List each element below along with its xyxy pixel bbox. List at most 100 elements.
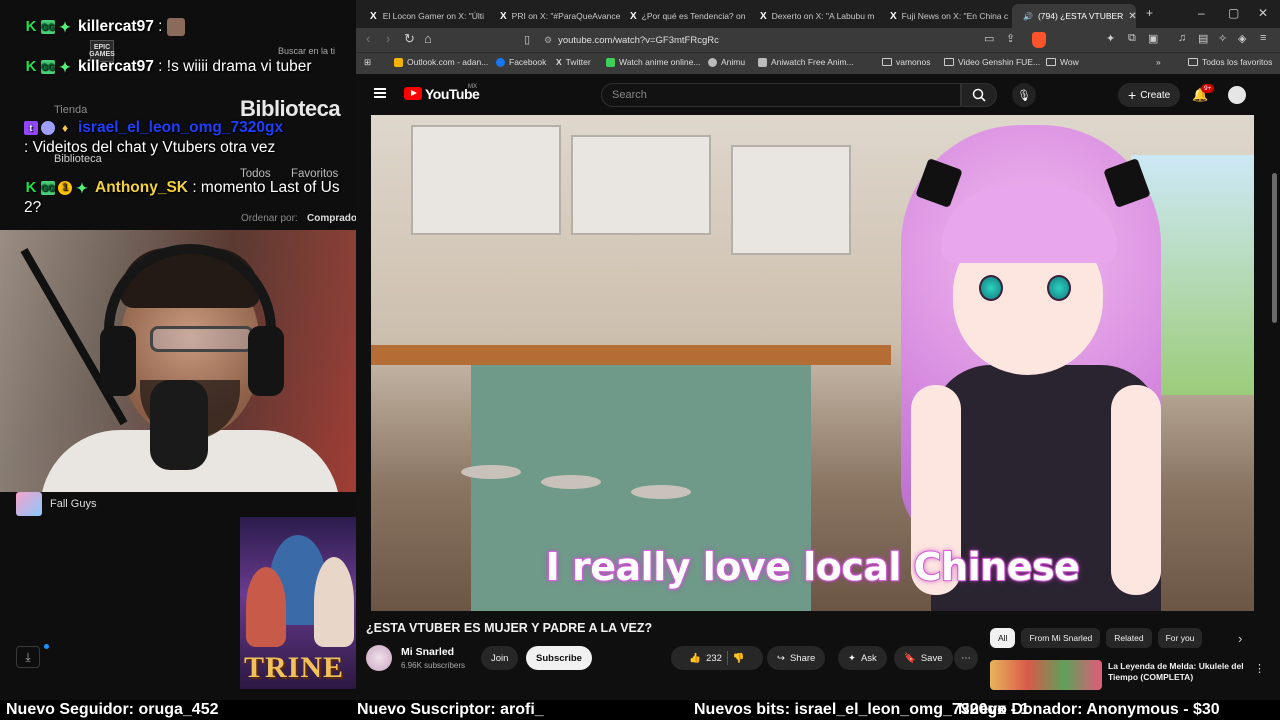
chip-related[interactable]: Related — [1106, 628, 1152, 648]
bookmark-twitter[interactable]: X Twitter — [556, 57, 591, 67]
vpn-icon[interactable]: ◈ — [1238, 32, 1246, 45]
now-playing-title: Fall Guys — [50, 498, 97, 510]
subscriber-badge-icon: GG — [41, 59, 56, 74]
chat-message: K GG 1 ✦ Anthony_SK : momento Last of Us 2? — [24, 178, 344, 218]
new-tab-button[interactable]: + — [1146, 6, 1153, 20]
bookmark-outlook[interactable]: Outlook.com - adan... — [394, 57, 488, 67]
maximize-icon[interactable]: ▢ — [1228, 6, 1239, 20]
video-player[interactable]: I really love local Chinese — [371, 115, 1254, 611]
close-tab-icon[interactable]: ✕ — [1128, 11, 1136, 22]
like-count[interactable]: 232 — [706, 653, 722, 664]
notification-dot — [44, 644, 49, 649]
search-button[interactable] — [961, 83, 997, 107]
chevron-right-icon[interactable]: › — [1238, 631, 1242, 646]
more-icon: ⋯ — [961, 652, 971, 664]
dislike-icon[interactable]: 👎 — [733, 653, 745, 664]
bookmark-animu[interactable]: Animu — [708, 57, 745, 67]
ticker-follower: Nuevo Seguidor: oruga_452 — [6, 701, 219, 718]
bookmark-anime[interactable]: Watch anime online... — [606, 57, 700, 67]
puzzle-extensions-icon[interactable]: ⧉ — [1128, 32, 1136, 45]
chat-message: K GG ✦ killercat97 : !s wiiii drama vi tube… — [24, 57, 344, 77]
sidebar-icon[interactable]: ▣ — [1148, 32, 1158, 45]
facebook-icon — [496, 57, 505, 67]
like-icon[interactable]: 👍 — [689, 653, 701, 664]
ask-button[interactable]: ✦ Ask — [838, 646, 887, 670]
chip-for-you[interactable]: For you — [1157, 628, 1203, 648]
chat-text: : Videitos del chat y Vtubers otra vez — [24, 139, 276, 156]
page-scrollbar[interactable] — [1272, 173, 1277, 323]
install-app-icon[interactable]: ▭ — [984, 32, 994, 45]
address-bar[interactable]: ⚙ youtube.com/watch?v=GF3mtFRcgRc — [544, 31, 1030, 50]
search-input[interactable]: Search — [601, 83, 961, 107]
bookmark-icon[interactable]: ▯ — [524, 33, 530, 46]
ticker-donation: Nuevo Donador: Anonymous - $30 — [958, 701, 1220, 718]
youtube-header: YouTube MX Search 🎙 + Create 🔔 9+ — [356, 75, 1280, 115]
more-actions-button[interactable]: ⋯ — [954, 646, 978, 670]
extension-icon[interactable]: ✦ — [1106, 32, 1115, 45]
leo-icon[interactable]: ✧ — [1218, 32, 1227, 45]
gold-badge-icon: 1 — [58, 180, 72, 195]
bookmark-folder-vamonos[interactable]: vamonos — [882, 57, 931, 67]
forward-icon[interactable]: › — [386, 31, 390, 46]
browser-tab[interactable]: X Fuji News on X: "En China c — [884, 4, 1010, 28]
bookmark-folder-genshin[interactable]: Video Genshin FUE... — [944, 57, 1040, 67]
tab-label: Dexerto on X: "A Labubu m — [771, 11, 875, 21]
share-icon: ↪ — [777, 652, 785, 664]
recommended-title[interactable]: La Leyenda de Melda: Ukulele del Tiempo … — [1108, 661, 1258, 683]
chat-username: israel_el_leon_omg_7320gx — [78, 119, 284, 136]
audio-icon: 🔊 — [1023, 11, 1033, 21]
channel-avatar[interactable] — [366, 645, 392, 671]
now-playing-game[interactable]: Fall Guys — [16, 492, 96, 516]
apps-icon[interactable]: ⊞ — [364, 57, 371, 68]
channel-row: Mi Snarled 6.96K subscribers Join Subscr… — [366, 643, 978, 673]
plus-icon: + — [1128, 87, 1137, 103]
launcher-store-link[interactable]: Tienda — [54, 104, 87, 116]
tab-label: ¿Por qué es Tendencia? on — [641, 11, 746, 21]
reload-icon[interactable]: ↻ — [404, 31, 415, 47]
kick-badge-icon: K — [25, 178, 37, 196]
browser-tab-active[interactable]: 🔊 (794) ¿ESTA VTUBER ✕ — [1012, 4, 1136, 28]
create-button[interactable]: + Create — [1118, 83, 1181, 107]
close-window-icon[interactable]: ✕ — [1258, 6, 1268, 20]
browser-tab[interactable]: X El Locon Gamer on X: "Últi — [364, 4, 490, 28]
save-button[interactable]: 🔖 Save — [894, 646, 953, 670]
bookmarks-overflow-icon[interactable]: » — [1156, 57, 1161, 67]
tab-label: PRI on X: "#ParaQueAvance — [511, 11, 620, 21]
back-icon[interactable]: ‹ — [366, 31, 370, 46]
join-button[interactable]: Join — [481, 646, 519, 670]
home-icon[interactable]: ⌂ — [424, 31, 432, 46]
youtube-logo-icon[interactable] — [404, 87, 422, 100]
bookmarks-bar: ⊞ Outlook.com - adan... Facebook X Twitte… — [356, 52, 1280, 74]
recommended-video[interactable]: La Leyenda de Melda: Ukulele del Tiempo … — [990, 660, 1280, 700]
fall-guys-thumbnail — [16, 492, 42, 516]
channel-name[interactable]: Mi Snarled — [401, 646, 454, 658]
music-icon[interactable]: ♫ — [1178, 32, 1186, 44]
bookmark-facebook[interactable]: Facebook — [496, 57, 546, 67]
voice-search-button[interactable]: 🎙 — [1012, 83, 1036, 107]
bookmark-aniwatch[interactable]: Aniwatch Free Anim... — [758, 57, 854, 67]
site-info-icon[interactable]: ⚙ — [544, 35, 552, 46]
hamburger-menu-icon[interactable] — [374, 88, 386, 98]
recommended-thumbnail[interactable] — [990, 660, 1102, 690]
tab-search-icon[interactable]: ▤ — [1198, 32, 1208, 45]
subscriber-badge-icon: GG — [41, 180, 56, 195]
sparkle-badge-icon: ✦ — [76, 179, 88, 196]
brave-shield-icon[interactable] — [1032, 32, 1046, 48]
chat-username: killercat97 — [78, 18, 154, 35]
download-icon[interactable]: ⤓ — [16, 646, 40, 668]
chip-from-channel[interactable]: From Mi Snarled — [1021, 628, 1101, 648]
browser-tab[interactable]: X ¿Por qué es Tendencia? on — [624, 4, 750, 28]
minimize-icon[interactable]: – — [1198, 6, 1205, 20]
share-page-icon[interactable]: ⇪ — [1006, 32, 1015, 45]
more-vert-icon[interactable]: ⋮ — [1254, 662, 1265, 675]
share-button[interactable]: ↪ Share — [767, 646, 826, 670]
bookmark-folder-wow[interactable]: Wow — [1046, 57, 1079, 67]
chip-all[interactable]: All — [990, 628, 1016, 648]
menu-icon[interactable]: ≡ — [1260, 32, 1266, 44]
all-bookmarks[interactable]: Todos los favoritos — [1188, 57, 1272, 67]
account-avatar[interactable] — [1228, 86, 1246, 104]
trine-cover-art[interactable]: TRINE — [240, 517, 356, 689]
browser-tab[interactable]: X PRI on X: "#ParaQueAvance — [494, 4, 620, 28]
subscribe-button[interactable]: Subscribe — [526, 646, 592, 670]
browser-tab[interactable]: X Dexerto on X: "A Labubu m — [754, 4, 880, 28]
